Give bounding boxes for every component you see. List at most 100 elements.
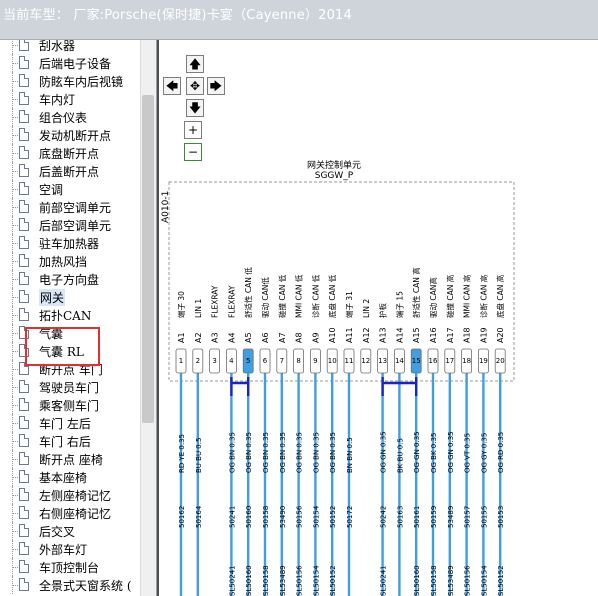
- highlight-box: [25, 327, 100, 366]
- tree-item-label: 后端电子设备: [39, 57, 112, 71]
- tree-item[interactable]: 驻车加热器: [0, 234, 156, 252]
- pin-function-label: FLEXRAY: [211, 285, 220, 318]
- pin-id-label: A14: [395, 327, 404, 343]
- pan-down-button[interactable]: 🡇: [186, 99, 204, 117]
- tree-item[interactable]: 全景式天窗系统 (: [0, 576, 156, 594]
- zoom-out-button[interactable]: −: [184, 143, 202, 161]
- pin-function-label: 碰撞 CAN 高: [445, 274, 455, 318]
- tree-item[interactable]: 空调: [0, 180, 156, 198]
- pin-id-label: A18: [463, 327, 472, 343]
- tree-item-label: 左侧座椅记忆: [39, 489, 112, 503]
- pin-function-label: 端子 30: [176, 291, 186, 318]
- tree-line: [12, 40, 13, 54]
- pin-function-label: 碰撞 CAN 低: [277, 274, 287, 318]
- pin-number: 7: [280, 357, 284, 365]
- tree-item[interactable]: 车门 右后: [0, 432, 156, 450]
- pin-id-label: A15: [412, 327, 421, 343]
- splice-label: SL50160: [245, 565, 253, 596]
- tree-item[interactable]: 驾驶员车门: [0, 378, 156, 396]
- tree-item[interactable]: 拓扑CAN: [0, 306, 156, 324]
- document-icon: [19, 470, 29, 483]
- tree-item[interactable]: 右侧座椅记忆: [0, 504, 156, 522]
- wire-color-label: OG BN 0.35: [228, 432, 236, 473]
- tree-item[interactable]: 后部空调单元: [0, 216, 156, 234]
- arrow-down-icon: 🡇: [188, 101, 202, 115]
- document-icon: [19, 128, 29, 141]
- tree-item-label: 电子方向盘: [39, 273, 100, 287]
- pin-number: 20: [496, 357, 505, 365]
- wire-color-label: OG RD 0.35: [497, 432, 505, 473]
- pan-center-button[interactable]: ✥: [186, 77, 204, 95]
- document-icon: [19, 164, 29, 177]
- document-icon: [19, 290, 29, 303]
- tree-item[interactable]: 后盖断开点: [0, 162, 156, 180]
- tree-item[interactable]: 底盘断开点: [0, 144, 156, 162]
- tree-item[interactable]: 左侧座椅记忆: [0, 486, 156, 504]
- tree-item[interactable]: 后端电子设备: [0, 54, 156, 72]
- component-tree[interactable]: 刮水器后端电子设备 防眩车内后视镜 车内灯 组合仪表 发动机断开点 底盘断开点后盖断开点空…: [0, 40, 157, 596]
- document-icon: [19, 542, 29, 555]
- tree-item[interactable]: 断开点 座椅: [0, 450, 156, 468]
- document-icon: [19, 434, 29, 447]
- tree-item[interactable]: 网关: [0, 288, 156, 306]
- pan-up-button[interactable]: 🡅: [186, 55, 204, 73]
- tree-item[interactable]: 电子方向盘: [0, 270, 156, 288]
- tree-item[interactable]: 车门 左后: [0, 414, 156, 432]
- wire-color-label: BU BU 0.5: [195, 438, 203, 473]
- pin-id-label: A19: [479, 327, 488, 343]
- tree-item[interactable]: 外部车灯: [0, 540, 156, 558]
- scrollbar-thumb[interactable]: [142, 95, 154, 423]
- wiring-schematic: 网关控制单元 SGGW_P A010-1 端子 30A11RD YE 0.355…: [161, 159, 515, 596]
- wire-color-label: OG BK 0.35: [430, 433, 438, 473]
- tree-item[interactable]: 乘客侧车门: [0, 396, 156, 414]
- pin-id-label: A10: [328, 327, 337, 343]
- tree-item[interactable]: 后交叉: [0, 522, 156, 540]
- wire-code-label: 50161: [413, 506, 421, 528]
- tree-scrollbar[interactable]: [140, 40, 156, 596]
- pin-number: 17: [445, 357, 454, 365]
- splice-label: SL53489: [279, 565, 287, 596]
- tree-item[interactable]: 组合仪表: [0, 108, 156, 126]
- splice-label: SL50241: [380, 565, 388, 596]
- document-icon: [19, 578, 29, 591]
- pin-number: 5: [246, 357, 250, 365]
- control-unit-code: SGGW_P: [315, 171, 354, 181]
- title-bar: 当前车型： 厂家:Porsche(保时捷)卡宴（Cayenne）2014: [0, 0, 598, 40]
- tree-item[interactable]: 基本座椅: [0, 468, 156, 486]
- connector-id: A010-1: [161, 191, 171, 223]
- document-icon: [19, 254, 29, 267]
- pin-id-label: A8: [295, 332, 304, 343]
- wiring-diagram-view[interactable]: 🡅 🡄 ✥ 🡆 🡇 + − 网关控制单元 SGGW_P A010-1 端子 30…: [159, 40, 598, 596]
- tree-item[interactable]: 前部空调单元: [0, 198, 156, 216]
- arrow-right-icon: 🡆: [209, 79, 223, 93]
- pin-function-label: 驱动 CAN低: [260, 277, 270, 318]
- document-icon: [19, 560, 29, 573]
- wire-color-label: OG BN 0.35: [296, 432, 304, 473]
- tree-item[interactable]: 车顶控制台: [0, 558, 156, 576]
- tree-item[interactable]: 车内灯: [0, 90, 156, 108]
- document-icon: [19, 272, 29, 285]
- tree-item[interactable]: 发动机断开点: [0, 126, 156, 144]
- pan-right-button[interactable]: 🡆: [207, 77, 225, 95]
- pin-id-label: A5: [244, 332, 253, 343]
- wire-color-label: BN BN 0.5: [346, 437, 354, 473]
- document-icon: [19, 308, 29, 321]
- pin-id-label: A9: [311, 332, 320, 343]
- pin-id-label: A2: [194, 332, 203, 343]
- tree-item[interactable]: 加热风挡: [0, 252, 156, 270]
- pin-number: 19: [479, 357, 488, 365]
- zoom-in-button[interactable]: +: [184, 121, 202, 139]
- wire-code-label: 50162: [178, 506, 186, 528]
- tree-item-label: 车顶控制台: [39, 561, 100, 575]
- pan-left-button[interactable]: 🡄: [163, 77, 181, 95]
- tree-item-label: 后盖断开点: [39, 165, 100, 179]
- control-unit-title: 网关控制单元: [307, 159, 361, 171]
- tree-item[interactable]: 防眩车内后视镜: [0, 72, 156, 90]
- splice-label: SL50158: [430, 565, 438, 596]
- splice-label: SL50152: [329, 565, 337, 596]
- pin-id-label: A20: [496, 327, 505, 343]
- tree-item-label: 基本座椅: [39, 471, 88, 485]
- tree-item[interactable]: 刮水器: [0, 40, 156, 54]
- tree-item-label: 乘客侧车门: [39, 399, 100, 413]
- wire-code-label: 50164: [195, 505, 203, 528]
